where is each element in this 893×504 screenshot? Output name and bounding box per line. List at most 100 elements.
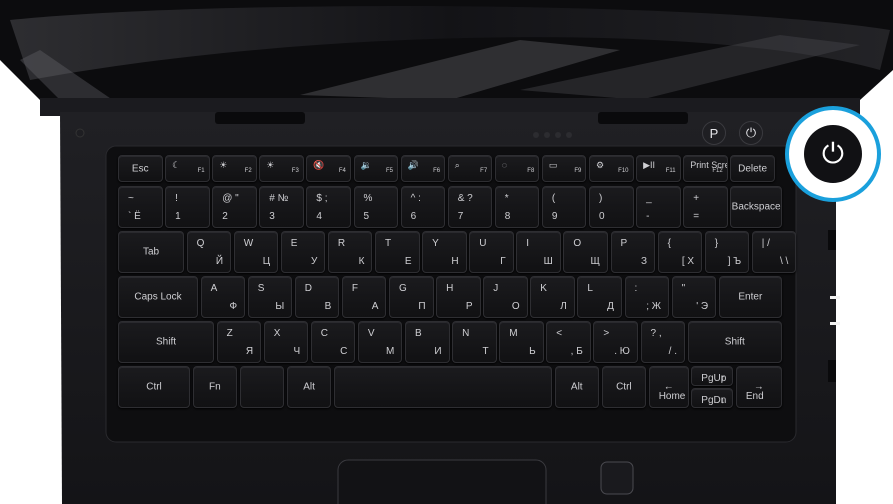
keyboard: Esc ☾ F1 ☀ F2 ☀ F3 🔇 F4 🔉 F5 🔊 F6 ⌕ F7 ◌ F8 ▭ F9 ⚙ F10 ▶II F11… bbox=[118, 155, 797, 432]
key-a-3[interactable]: FА bbox=[341, 276, 387, 318]
fn-key[interactable]: Fn bbox=[192, 366, 238, 408]
key-num-10[interactable]: ) 0 bbox=[589, 186, 634, 228]
key-a-8[interactable]: LД bbox=[577, 276, 622, 318]
power-button-highlight[interactable]: ⏻ bbox=[785, 106, 881, 202]
key-num-4[interactable]: $ ; 4 bbox=[306, 186, 351, 228]
key-a-6[interactable]: JО bbox=[483, 276, 528, 318]
key-q-10[interactable]: {[ Х bbox=[657, 231, 703, 273]
key-num-0[interactable]: ~ ` Ё bbox=[118, 186, 163, 228]
key-fn-13[interactable]: Delete bbox=[730, 155, 775, 182]
power-button[interactable]: ⏻ bbox=[739, 121, 763, 145]
key-z-8[interactable]: > . Ю bbox=[593, 321, 638, 363]
key-num-12[interactable]: + = bbox=[683, 186, 728, 228]
blank-key[interactable] bbox=[239, 366, 285, 408]
key-fn-2[interactable]: ☀ F2 bbox=[212, 155, 257, 182]
key-num-6[interactable]: ^ : 6 bbox=[400, 186, 446, 228]
key-fn-7[interactable]: ⌕ F7 bbox=[447, 155, 493, 182]
end-key[interactable]: → End bbox=[735, 366, 782, 408]
key-num-1[interactable]: ! 1 bbox=[165, 186, 210, 228]
key-q-6[interactable]: UГ bbox=[469, 231, 514, 273]
key-q-2[interactable]: EУ bbox=[280, 231, 326, 273]
key-z-3[interactable]: VМ bbox=[357, 321, 403, 363]
right-shift-key[interactable]: Shift bbox=[687, 321, 782, 363]
key-legend: | / bbox=[761, 238, 770, 249]
key-z-2[interactable]: CС bbox=[310, 321, 356, 363]
key-num-5[interactable]: % 5 bbox=[353, 186, 398, 228]
key-q-4[interactable]: TЕ bbox=[375, 231, 420, 273]
key-legend: Е bbox=[404, 256, 412, 267]
right-ctrl-key[interactable]: Ctrl bbox=[601, 366, 647, 408]
key-legend: J bbox=[493, 283, 499, 294]
key-a-2[interactable]: DВ bbox=[294, 276, 340, 318]
key-legend: К bbox=[358, 256, 365, 267]
key-z-9[interactable]: ? , / . bbox=[640, 321, 685, 363]
key-legend: . Ю bbox=[614, 346, 630, 357]
right-alt-key[interactable]: Alt bbox=[554, 366, 599, 408]
backspace-key[interactable]: Backspace bbox=[730, 186, 782, 228]
key-z-5[interactable]: NТ bbox=[452, 321, 497, 363]
key-legend: ~ bbox=[128, 193, 134, 204]
key-q-11[interactable]: }] Ъ bbox=[704, 231, 750, 273]
key-legend: Y bbox=[432, 238, 439, 249]
key-num-3[interactable]: # № 3 bbox=[259, 186, 304, 228]
key-legend: 0 bbox=[599, 211, 605, 222]
key-q-0[interactable]: QЙ bbox=[186, 231, 232, 273]
key-num-2[interactable]: @ " 2 bbox=[212, 186, 257, 228]
key-legend: U bbox=[479, 238, 487, 249]
left-ctrl-key[interactable]: Ctrl bbox=[118, 366, 190, 408]
key-legend: S bbox=[257, 283, 265, 294]
key-z-6[interactable]: MЬ bbox=[499, 321, 544, 363]
key-q-1[interactable]: WЦ bbox=[233, 231, 279, 273]
key-num-11[interactable]: _ - bbox=[636, 186, 681, 228]
caps-lock-key[interactable]: Caps Lock bbox=[118, 276, 198, 318]
home-key[interactable]: ← Home bbox=[648, 366, 689, 408]
key-fn-10[interactable]: ⚙ F10 bbox=[589, 155, 634, 182]
key-legend: Р bbox=[465, 301, 473, 312]
key-z-7[interactable]: < , Б bbox=[546, 321, 591, 363]
key-fn-9[interactable]: ▭ F9 bbox=[541, 155, 587, 182]
key-num-7[interactable]: & ? 7 bbox=[447, 186, 493, 228]
key-a-10[interactable]: " ' Э bbox=[671, 276, 717, 318]
key-fn-3[interactable]: ☀ F3 bbox=[259, 155, 304, 182]
key-a-5[interactable]: HР bbox=[436, 276, 481, 318]
key-z-4[interactable]: BИ bbox=[405, 321, 450, 363]
key-num-9[interactable]: (9 bbox=[541, 186, 587, 228]
key-a-1[interactable]: SЫ bbox=[247, 276, 293, 318]
key-a-7[interactable]: KЛ bbox=[530, 276, 575, 318]
key-num-8[interactable]: * 8 bbox=[494, 186, 540, 228]
left-shift-key[interactable]: Shift bbox=[118, 321, 214, 363]
key-z-0[interactable]: ZЯ bbox=[216, 321, 262, 363]
key-fn-0[interactable]: Esc bbox=[118, 155, 163, 182]
key-q-8[interactable]: OЩ bbox=[563, 231, 608, 273]
key-fn-11[interactable]: ▶II F11 bbox=[636, 155, 681, 182]
key-q-7[interactable]: IШ bbox=[516, 231, 561, 273]
pgdn-key[interactable]: PgDn ↓ bbox=[691, 388, 734, 408]
key-fn-8[interactable]: ◌ F8 bbox=[494, 155, 540, 182]
p-button[interactable]: P bbox=[702, 121, 726, 145]
key-legend: Delete bbox=[738, 163, 767, 174]
key-a-9[interactable]: : ; Ж bbox=[624, 276, 669, 318]
key-fn-12[interactable]: Print ScreenF12 bbox=[683, 155, 728, 182]
enter-key[interactable]: Enter bbox=[718, 276, 782, 318]
pgup-key[interactable]: PgUp ↑ bbox=[691, 366, 734, 386]
key-z-1[interactable]: XЧ bbox=[263, 321, 309, 363]
key-fn-1[interactable]: ☾ F1 bbox=[165, 155, 210, 182]
key-legend: F6 bbox=[433, 168, 441, 174]
key-q-12[interactable]: | / \ \ bbox=[751, 231, 797, 273]
key-fn-6[interactable]: 🔊 F6 bbox=[400, 155, 446, 182]
key-q-3[interactable]: RК bbox=[327, 231, 373, 273]
key-legend: , Б bbox=[570, 346, 583, 357]
key-legend: 8 bbox=[504, 211, 511, 222]
key-legend: 🔉 bbox=[360, 160, 372, 170]
key-fn-5[interactable]: 🔉 F5 bbox=[353, 155, 398, 182]
left-alt-key[interactable]: Alt bbox=[286, 366, 332, 408]
key-legend: + bbox=[693, 193, 700, 204]
key-q-5[interactable]: YН bbox=[422, 231, 467, 273]
space-key[interactable] bbox=[333, 366, 552, 408]
key-a-0[interactable]: AФ bbox=[200, 276, 246, 318]
key-q-9[interactable]: PЗ bbox=[610, 231, 655, 273]
tab-key[interactable]: Tab bbox=[118, 231, 184, 273]
key-a-4[interactable]: GП bbox=[389, 276, 434, 318]
key-legend: H bbox=[446, 283, 454, 294]
key-fn-4[interactable]: 🔇 F4 bbox=[306, 155, 351, 182]
